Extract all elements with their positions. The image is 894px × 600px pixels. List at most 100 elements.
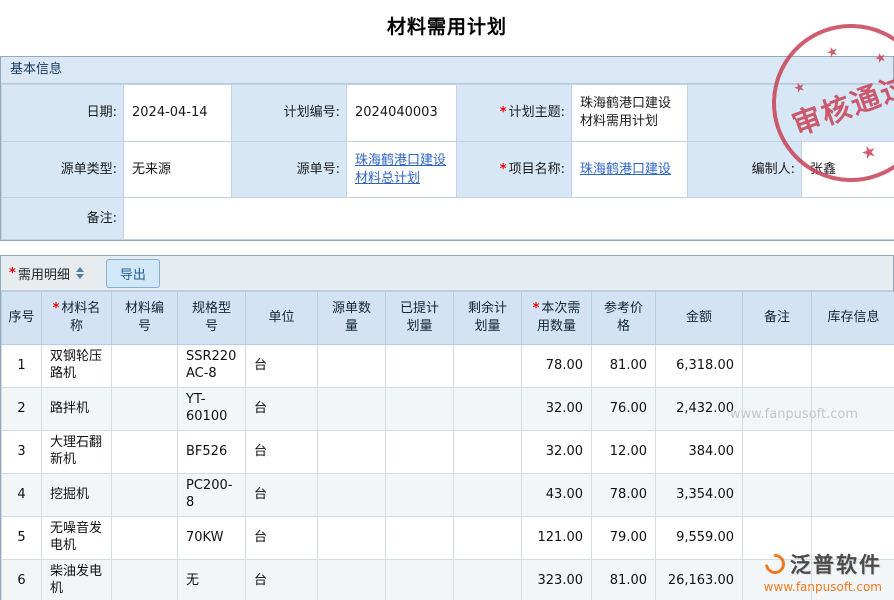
cell-current-need-qty: 121.00 — [522, 517, 592, 560]
cell-material-code — [112, 474, 178, 517]
page-title: 材料需用计划 — [387, 16, 507, 38]
cell-remark — [743, 431, 812, 474]
cell-material-code — [112, 345, 178, 388]
cell-ref-price: 78.00 — [592, 474, 656, 517]
cell-seq: 6 — [2, 560, 42, 600]
source-no-link[interactable]: 珠海鹤港口建设材料总计划 — [355, 153, 446, 186]
cell-amount: 384.00 — [656, 431, 743, 474]
basic-info-header: 基本信息 — [1, 57, 893, 84]
cell-stock-info — [812, 388, 894, 431]
cell-spec-model: BF526 — [178, 431, 246, 474]
empty-cell — [688, 85, 894, 142]
sort-asc-icon[interactable] — [76, 267, 84, 272]
cell-material-code — [112, 560, 178, 600]
cell-remark — [743, 560, 812, 600]
source-no-value: 珠海鹤港口建设材料总计划 — [347, 142, 457, 198]
cell-source-qty — [318, 388, 386, 431]
cell-stock-info — [812, 345, 894, 388]
basic-info-section: 基本信息 日期: 2024-04-14 计划编号: 2024040003 *计划… — [0, 56, 894, 241]
cell-unit: 台 — [246, 431, 318, 474]
table-row: 4 挖掘机 PC200-8 台 43.00 78.00 3,354.00 — [2, 474, 894, 517]
remark-value — [124, 198, 894, 240]
cell-submitted-plan-qty — [386, 474, 454, 517]
remark-label: 备注: — [2, 198, 124, 240]
cell-current-need-qty: 323.00 — [522, 560, 592, 600]
date-value: 2024-04-14 — [124, 85, 232, 142]
header-unit: 单位 — [246, 292, 318, 345]
cell-unit: 台 — [246, 388, 318, 431]
cell-amount: 26,163.00 — [656, 560, 743, 600]
cell-remaining-plan-qty — [454, 431, 522, 474]
detail-section-title: 需用明细 — [18, 264, 70, 283]
cell-stock-info — [812, 517, 894, 560]
cell-unit: 台 — [246, 474, 318, 517]
cell-unit: 台 — [246, 517, 318, 560]
plan-no-label: 计划编号: — [232, 85, 347, 142]
project-name-label: *项目名称: — [457, 142, 572, 198]
header-submitted-plan-qty: 已提计划量 — [386, 292, 454, 345]
cell-ref-price: 12.00 — [592, 431, 656, 474]
project-name-link[interactable]: 珠海鹤港口建设 — [580, 162, 671, 177]
source-type-value: 无来源 — [124, 142, 232, 198]
cell-stock-info — [812, 474, 894, 517]
header-remaining-plan-qty: 剩余计划量 — [454, 292, 522, 345]
cell-remark — [743, 388, 812, 431]
header-spec-model: 规格型号 — [178, 292, 246, 345]
cell-material-code — [112, 517, 178, 560]
cell-seq: 2 — [2, 388, 42, 431]
compiler-label: 编制人: — [688, 142, 802, 198]
cell-amount: 3,354.00 — [656, 474, 743, 517]
header-source-qty: 源单数量 — [318, 292, 386, 345]
source-type-label: 源单类型: — [2, 142, 124, 198]
cell-seq: 1 — [2, 345, 42, 388]
cell-submitted-plan-qty — [386, 345, 454, 388]
plan-subject-label: *计划主题: — [457, 85, 572, 142]
cell-amount: 9,559.00 — [656, 517, 743, 560]
basic-info-form: 日期: 2024-04-14 计划编号: 2024040003 *计划主题: 珠… — [1, 84, 894, 240]
table-row: 1 双钢轮压路机 SSR220AC-8 台 78.00 81.00 6,318.… — [2, 345, 894, 388]
header-material-code: 材料编号 — [112, 292, 178, 345]
cell-spec-model: PC200-8 — [178, 474, 246, 517]
header-remark: 备注 — [743, 292, 812, 345]
required-asterisk: * — [500, 162, 507, 177]
cell-remaining-plan-qty — [454, 474, 522, 517]
cell-remaining-plan-qty — [454, 517, 522, 560]
cell-spec-model: 无 — [178, 560, 246, 600]
cell-submitted-plan-qty — [386, 560, 454, 600]
cell-ref-price: 81.00 — [592, 560, 656, 600]
cell-stock-info — [812, 560, 894, 600]
required-asterisk: * — [53, 301, 60, 316]
detail-table: 序号 *材料名称 材料编号 规格型号 单位 源单数量 已提计划量 剩余计划量 *… — [1, 291, 894, 600]
cell-unit: 台 — [246, 345, 318, 388]
cell-remaining-plan-qty — [454, 560, 522, 600]
date-label: 日期: — [2, 85, 124, 142]
cell-seq: 4 — [2, 474, 42, 517]
cell-amount: 2,432.00 — [656, 388, 743, 431]
cell-spec-model: SSR220AC-8 — [178, 345, 246, 388]
cell-current-need-qty: 43.00 — [522, 474, 592, 517]
table-row: 2 路拌机 YT-60100 台 32.00 76.00 2,432.00 — [2, 388, 894, 431]
export-button[interactable]: 导出 — [106, 259, 160, 288]
table-row: 3 大理石翻新机 BF526 台 32.00 12.00 384.00 — [2, 431, 894, 474]
sort-desc-icon[interactable] — [76, 274, 84, 279]
cell-submitted-plan-qty — [386, 517, 454, 560]
required-asterisk: * — [500, 105, 507, 120]
cell-spec-model: YT-60100 — [178, 388, 246, 431]
cell-current-need-qty: 32.00 — [522, 388, 592, 431]
cell-spec-model: 70KW — [178, 517, 246, 560]
header-seq: 序号 — [2, 292, 42, 345]
header-material-name: *材料名称 — [42, 292, 112, 345]
cell-ref-price: 79.00 — [592, 517, 656, 560]
sort-arrows[interactable] — [76, 267, 84, 279]
detail-header-bar: * 需用明细 导出 — [1, 256, 893, 291]
header-amount: 金额 — [656, 292, 743, 345]
required-asterisk: * — [9, 266, 16, 281]
cell-seq: 5 — [2, 517, 42, 560]
cell-amount: 6,318.00 — [656, 345, 743, 388]
cell-current-need-qty: 32.00 — [522, 431, 592, 474]
cell-remark — [743, 474, 812, 517]
required-asterisk: * — [533, 301, 540, 316]
cell-material-name: 柴油发电机 — [42, 560, 112, 600]
cell-source-qty — [318, 517, 386, 560]
cell-remark — [743, 345, 812, 388]
